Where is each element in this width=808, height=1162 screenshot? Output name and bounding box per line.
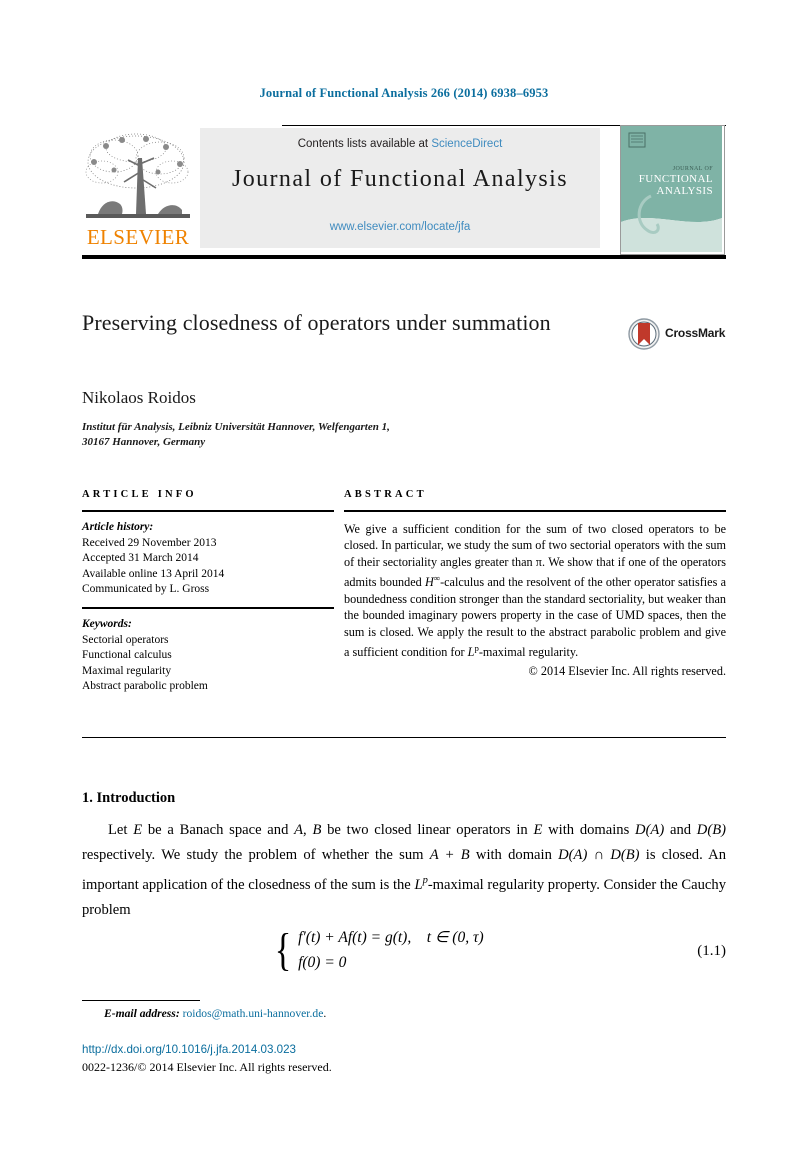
crossmark-badge-group[interactable]: CrossMark: [628, 318, 726, 352]
keyword-item: Functional calculus: [82, 649, 172, 662]
elsevier-wordmark: ELSEVIER: [86, 225, 190, 249]
history-item: Received 29 November 2013: [82, 536, 217, 549]
par-text-7: respectively. We study the problem of wh…: [82, 847, 430, 863]
abstract-bottom-rule: [82, 737, 726, 738]
masthead-bottom-rule: [82, 255, 726, 259]
paper-page: Journal of Functional Analysis 266 (2014…: [0, 0, 808, 1162]
footnote-rule: [82, 1000, 200, 1001]
article-info-rule-top: [82, 510, 334, 512]
elsevier-tree-icon: [84, 128, 192, 224]
sciencedirect-link[interactable]: ScienceDirect: [431, 138, 502, 150]
article-history-block: Article history: Received 29 November 20…: [82, 520, 334, 598]
elsevier-logo: ELSEVIER: [82, 128, 194, 254]
abstract-part-3: -maximal regularity.: [478, 644, 579, 659]
doi-link[interactable]: http://dx.doi.org/10.1016/j.jfa.2014.03.…: [82, 1043, 296, 1056]
par-domain-A: D(A): [635, 822, 665, 838]
history-item: Communicated by L. Gross: [82, 583, 210, 596]
abstract-text: We give a sufficient condition for the s…: [344, 521, 726, 660]
svg-text:FUNCTIONAL: FUNCTIONAL: [639, 173, 713, 185]
keyword-item: Sectorial operators: [82, 633, 169, 646]
contents-prefix: Contents lists available at: [297, 138, 432, 150]
journal-url-link[interactable]: www.elsevier.com/locate/jfa: [200, 221, 600, 233]
email-address-link[interactable]: roidos@math.uni-hannover.de: [183, 1007, 324, 1020]
contents-available-line: Contents lists available at ScienceDirec…: [200, 138, 600, 150]
journal-cover-thumbnail[interactable]: JOURNAL OF FUNCTIONAL ANALYSIS: [620, 125, 725, 255]
equation-body: { f′(t) + Af(t) = g(t), t ∈ (0, τ) f(0) …: [272, 925, 484, 975]
par-var-L: L: [414, 876, 423, 893]
par-text-6: and: [664, 822, 697, 838]
crossmark-icon[interactable]: [628, 318, 660, 350]
issn-copyright-line: 0022-1236/© 2014 Elsevier Inc. All right…: [82, 1060, 332, 1074]
journal-banner: Contents lists available at ScienceDirec…: [200, 128, 600, 248]
abstract-copyright: © 2014 Elsevier Inc. All rights reserved…: [528, 664, 726, 679]
par-text-4: be two closed linear operators in: [321, 822, 534, 838]
equation-1-1: { f′(t) + Af(t) = g(t), t ∈ (0, τ) f(0) …: [82, 925, 726, 987]
equation-line-2: f(0) = 0: [298, 954, 347, 971]
keyword-item: Abstract parabolic problem: [82, 680, 208, 693]
par-var-A: A: [294, 822, 304, 838]
introduction-paragraph: Let E be a Banach space and A, B be two …: [82, 818, 726, 923]
email-period: .: [323, 1007, 327, 1020]
history-item: Accepted 31 March 2014: [82, 552, 199, 565]
equation-line-1: f′(t) + Af(t) = g(t), t ∈ (0, τ): [298, 929, 484, 946]
author-name: Nikolaos Roidos: [82, 388, 196, 407]
journal-masthead: ELSEVIER Contents lists available at Sci…: [82, 125, 726, 259]
section-heading-introduction: 1. Introduction: [82, 790, 176, 806]
svg-text:JOURNAL OF: JOURNAL OF: [673, 166, 714, 172]
abstract-column: ABSTRACT We give a sufficient condition …: [344, 489, 726, 679]
article-info-rule-middle: [82, 606, 334, 609]
article-info-heading: ARTICLE INFO: [82, 489, 197, 500]
title-block: Preserving closedness of operators under…: [82, 308, 602, 338]
abstract-heading: ABSTRACT: [344, 489, 427, 500]
par-text-5: with domains: [542, 822, 636, 838]
page-title: Preserving closedness of operators under…: [82, 310, 551, 335]
equation-lines: f′(t) + Af(t) = g(t), t ∈ (0, τ) f(0) = …: [298, 925, 484, 975]
email-label: E-mail address:: [104, 1007, 180, 1020]
par-text-2: be a Banach space and: [142, 822, 295, 838]
author-affiliation: Institut für Analysis, Leibniz Universit…: [82, 420, 602, 450]
svg-text:ANALYSIS: ANALYSIS: [657, 185, 714, 197]
running-head: Journal of Functional Analysis 266 (2014…: [259, 86, 549, 100]
abstract-rule-top: [344, 510, 726, 512]
abstract-h-symbol: H: [425, 575, 434, 590]
keyword-item: Maximal regularity: [82, 664, 172, 677]
par-text-8: with domain: [469, 847, 559, 863]
affiliation-line-2: 30167 Hannover, Germany: [82, 436, 206, 448]
equation-number: (1.1): [697, 943, 726, 959]
affiliation-line-1: Institut für Analysis, Leibniz Universit…: [82, 421, 390, 433]
par-domain-intersection: D(A) ∩ D(B): [558, 847, 640, 863]
par-domain-B: D(B): [696, 822, 726, 838]
par-var-E1: E: [133, 822, 143, 838]
history-item: Available online 13 April 2014: [82, 567, 225, 580]
equation-brace: {: [274, 924, 292, 975]
keywords-block: Keywords: Sectorial operators Functional…: [82, 617, 334, 695]
par-sum-AB: A + B: [429, 847, 470, 863]
article-history-label: Article history:: [82, 521, 154, 533]
par-text-1: Let: [108, 822, 134, 838]
article-info-column: ARTICLE INFO Article history: Received 2…: [82, 489, 334, 695]
journal-title: Journal of Functional Analysis: [232, 166, 568, 192]
crossmark-label: CrossMark: [665, 326, 726, 340]
keywords-label: Keywords:: [82, 617, 132, 630]
email-footnote: E-mail address: roidos@math.uni-hannover…: [82, 1007, 682, 1020]
